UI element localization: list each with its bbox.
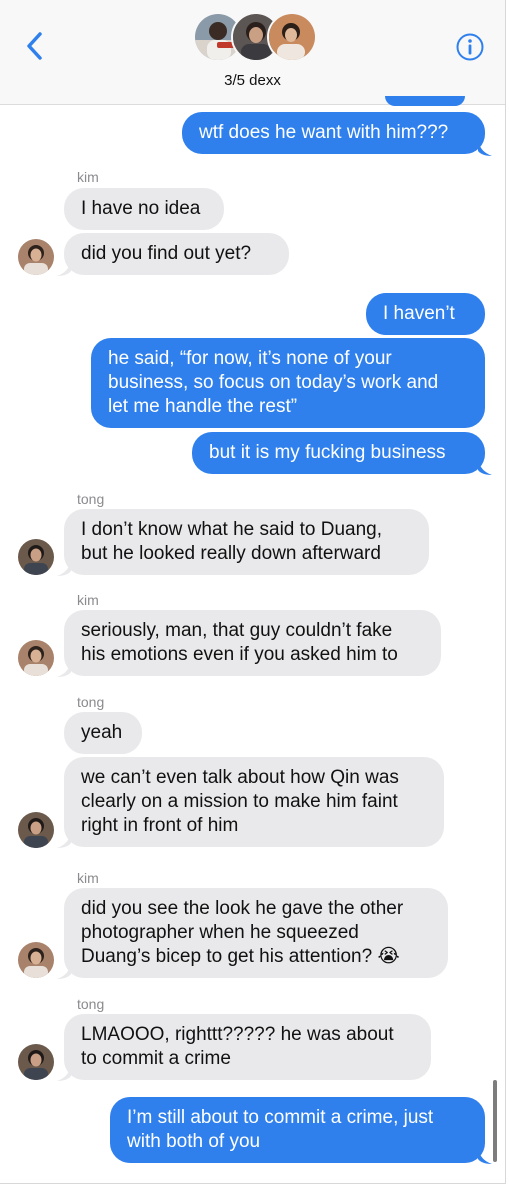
message-line: I don’t know what he said to Duang, [81, 519, 383, 540]
group-name[interactable]: 3/5 dexx [0, 72, 505, 89]
bubble-tail [57, 832, 71, 848]
bubble-tail [57, 260, 71, 276]
message-bubble-outgoing[interactable]: but it is my fucking business [192, 432, 485, 474]
message-text: I haven’t [383, 303, 455, 324]
message-line: Duang’s bicep to get his attention? 😭 [81, 946, 400, 967]
message-bubble-incoming[interactable]: did you find out yet? [64, 233, 289, 275]
conversation-header: 3/5 dexx [0, 0, 505, 105]
message-line: did you see the look he gave the other [81, 898, 404, 919]
message-line: with both of you [127, 1131, 261, 1152]
message-line: photographer when he squeezed [81, 922, 359, 943]
message-line: I’m still about to commit a crime, just [127, 1107, 434, 1128]
message-bubble-incoming[interactable]: did you see the look he gave the other p… [64, 888, 448, 978]
sender-name: tong [77, 996, 105, 1012]
message-line: clearly on a mission to make him faint [81, 791, 398, 812]
avatar[interactable] [18, 239, 54, 275]
sender-name: kim [77, 169, 99, 185]
bubble-tail [57, 560, 71, 576]
message-bubble-incoming[interactable]: we can’t even talk about how Qin was cle… [64, 757, 444, 847]
sender-name: kim [77, 870, 99, 886]
chevron-left-icon [27, 32, 42, 60]
message-line: but he looked really down afterward [81, 543, 381, 564]
sender-name: tong [77, 694, 105, 710]
chat-screen: 3/5 dexx wtf does he want with him??? ki… [0, 0, 506, 1184]
bubble-tail [57, 963, 71, 979]
bubble-tail [478, 459, 492, 475]
avatar[interactable] [18, 539, 54, 575]
avatar[interactable] [18, 1044, 54, 1080]
message-bubble-outgoing[interactable]: I’m still about to commit a crime, just … [110, 1097, 485, 1163]
back-button[interactable] [20, 26, 50, 66]
message-line: business, so focus on today’s work and [108, 372, 439, 393]
message-bubble-incoming[interactable]: yeah [64, 712, 142, 754]
message-bubble-outgoing[interactable]: he said, “for now, it’s none of your bus… [91, 338, 485, 428]
message-bubble-incoming[interactable]: I have no idea [64, 188, 224, 230]
bubble-tail [57, 661, 71, 677]
message-line: seriously, man, that guy couldn’t fake [81, 620, 393, 641]
message-bubble-incoming[interactable]: seriously, man, that guy couldn’t fake h… [64, 610, 441, 676]
message-text: wtf does he want with him??? [199, 122, 449, 143]
message-text: did you find out yet? [81, 243, 252, 264]
message-line: right in front of him [81, 815, 239, 836]
avatar[interactable] [18, 640, 54, 676]
group-avatars[interactable] [193, 12, 317, 64]
sender-name: kim [77, 592, 99, 608]
partial-message-bubble [385, 96, 465, 106]
message-line: his emotions even if you asked him to [81, 644, 398, 665]
avatar[interactable] [18, 812, 54, 848]
message-line: LMAOOO, righttt????? he was about [81, 1024, 394, 1045]
info-icon [456, 33, 484, 61]
group-avatar-3 [267, 12, 317, 62]
message-line: we can’t even talk about how Qin was [81, 767, 399, 788]
message-bubble-incoming[interactable]: LMAOOO, righttt????? he was about to com… [64, 1014, 431, 1080]
sender-name: tong [77, 491, 105, 507]
message-line: let me handle the rest” [108, 396, 298, 417]
scrollbar[interactable] [493, 1080, 497, 1162]
message-text: but it is my fucking business [209, 442, 446, 463]
message-bubble-outgoing[interactable]: wtf does he want with him??? [182, 112, 485, 154]
message-text: yeah [81, 722, 123, 743]
message-bubble-outgoing[interactable]: I haven’t [366, 293, 485, 335]
bubble-tail [478, 1148, 492, 1164]
message-line: he said, “for now, it’s none of your [108, 348, 392, 369]
message-text: I have no idea [81, 198, 201, 219]
message-line: to commit a crime [81, 1048, 231, 1069]
message-bubble-incoming[interactable]: I don’t know what he said to Duang, but … [64, 509, 429, 575]
bubble-tail [478, 140, 492, 156]
bubble-tail [57, 1065, 71, 1081]
avatar[interactable] [18, 942, 54, 978]
info-button[interactable] [455, 32, 485, 62]
